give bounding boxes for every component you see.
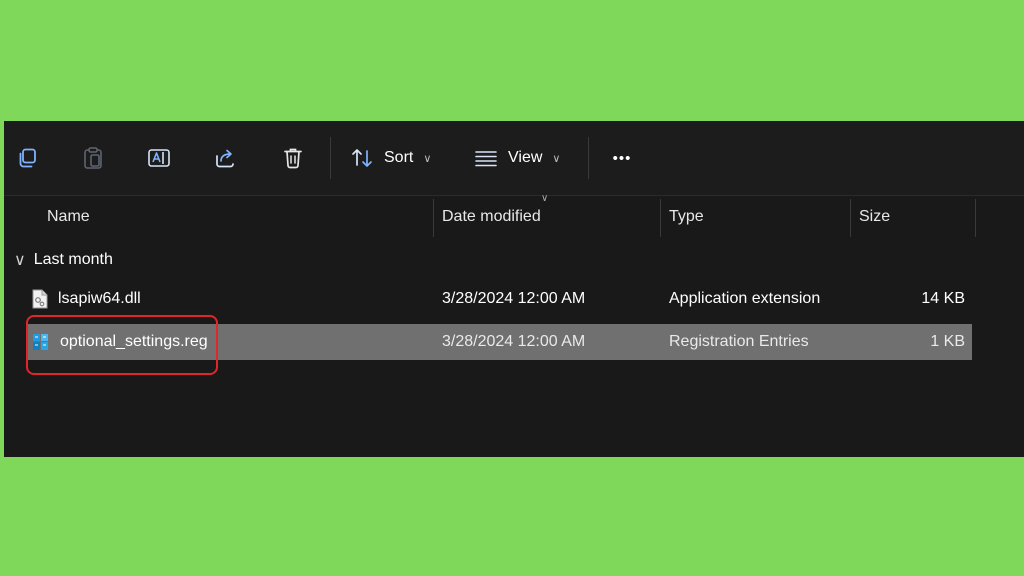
delete-button[interactable] [276, 141, 310, 175]
copy-button[interactable] [10, 141, 44, 175]
file-date-modified: 3/28/2024 12:00 AM [442, 333, 586, 350]
file-name: optional_settings.reg [60, 333, 208, 350]
chevron-down-icon: ∨ [14, 252, 26, 269]
file-row-lsapiw64[interactable]: lsapiw64.dll 3/28/2024 12:00 AM Applicat… [26, 281, 972, 317]
column-header-name[interactable]: Name [38, 197, 433, 237]
dll-file-icon [32, 289, 48, 309]
toolbar-separator [588, 137, 589, 179]
view-label: View [508, 149, 543, 166]
more-icon: ••• [612, 149, 632, 167]
file-size: 1 KB [930, 333, 965, 350]
paste-icon [84, 147, 102, 169]
toolbar-separator [330, 137, 331, 179]
file-type: Application extension [669, 290, 821, 307]
share-button[interactable] [208, 141, 242, 175]
column-header-type[interactable]: Type [660, 197, 850, 237]
registry-file-icon [33, 334, 48, 350]
file-name: lsapiw64.dll [58, 290, 141, 307]
file-size: 14 KB [921, 290, 965, 307]
sort-icon [352, 149, 372, 167]
view-icon [475, 151, 497, 167]
file-row-optional-settings[interactable]: optional_settings.reg 3/28/2024 12:00 AM… [26, 324, 972, 360]
sort-button[interactable]: Sort ∨ [350, 141, 442, 175]
column-header-date-modified[interactable]: Date modified [433, 197, 660, 237]
column-divider[interactable] [975, 199, 976, 237]
view-button[interactable]: View ∨ [474, 141, 566, 175]
group-label: Last month [33, 251, 113, 268]
file-explorer-window: Sort ∨ View ∨ ••• ∨ Name Date modified T… [4, 121, 1024, 457]
command-bar: Sort ∨ View ∨ ••• [4, 121, 1024, 196]
share-icon [216, 149, 234, 168]
more-options-button[interactable]: ••• [604, 141, 640, 175]
paste-button[interactable] [76, 141, 110, 175]
chevron-down-icon: ∨ [423, 152, 432, 165]
file-type: Registration Entries [669, 333, 809, 350]
column-header-row: Name Date modified Type Size [4, 197, 1024, 237]
column-header-size[interactable]: Size [850, 197, 975, 237]
chevron-down-icon: ∨ [552, 152, 561, 165]
group-header-last-month[interactable]: ∨ Last month [14, 248, 113, 272]
copy-icon [19, 148, 36, 168]
rename-button[interactable] [142, 141, 176, 175]
delete-icon [284, 148, 302, 169]
sort-label: Sort [384, 149, 414, 166]
file-date-modified: 3/28/2024 12:00 AM [442, 290, 586, 307]
rename-icon [148, 149, 170, 167]
